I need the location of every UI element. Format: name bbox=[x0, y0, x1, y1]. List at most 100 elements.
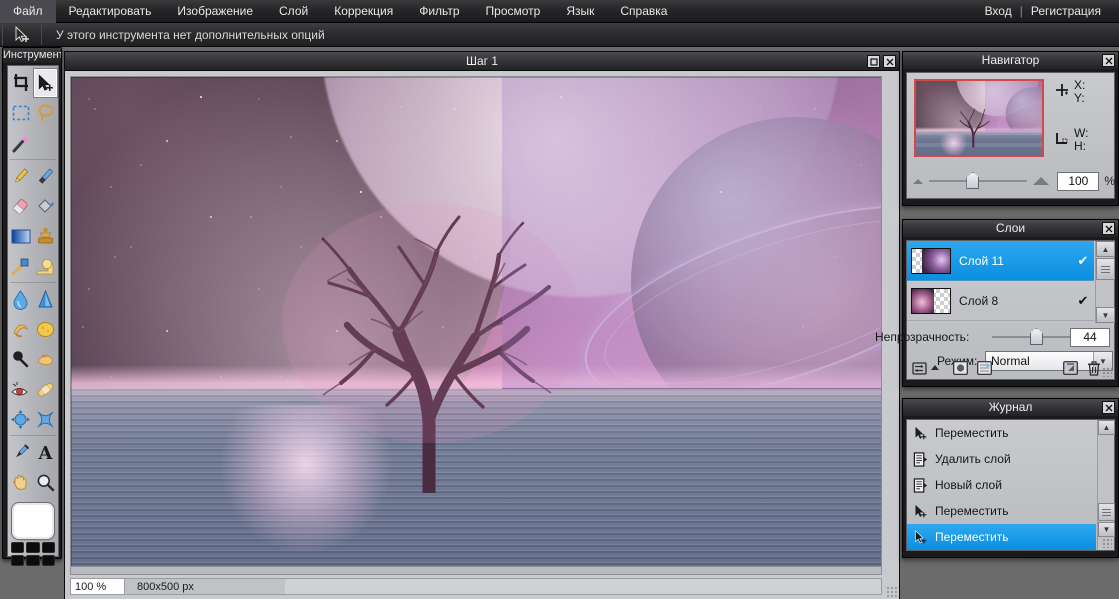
eyedropper-tool[interactable] bbox=[8, 437, 33, 467]
link-layers-dropdown[interactable] bbox=[931, 365, 939, 371]
opacity-input[interactable]: 44 bbox=[1070, 327, 1110, 347]
add-mask-button[interactable] bbox=[975, 360, 993, 376]
smudge-tool[interactable] bbox=[8, 314, 33, 344]
chevron-up-icon[interactable]: ▲ bbox=[1096, 241, 1115, 257]
sharpen-tool[interactable] bbox=[33, 284, 58, 314]
menu-item-correction[interactable]: Коррекция bbox=[321, 0, 406, 23]
link-layers-button[interactable] bbox=[910, 360, 928, 376]
brush-tool[interactable] bbox=[33, 161, 58, 191]
foreground-color-swatch[interactable] bbox=[12, 503, 54, 539]
menu-item-layer[interactable]: Слой bbox=[266, 0, 321, 23]
navigator-thumbnail[interactable] bbox=[914, 79, 1044, 157]
pattern-stamp-tool[interactable] bbox=[8, 251, 33, 281]
magic-wand-tool[interactable] bbox=[8, 128, 33, 158]
hand-tool[interactable] bbox=[8, 467, 33, 497]
navigator-zoom-slider-thumb[interactable] bbox=[966, 172, 980, 189]
menu-item-filter[interactable]: Фильтр bbox=[406, 0, 472, 23]
burn-tool[interactable] bbox=[33, 344, 58, 374]
palette-swatch[interactable] bbox=[26, 555, 40, 566]
zoom-tool[interactable] bbox=[33, 467, 58, 497]
chevron-down-icon[interactable]: ▼ bbox=[1098, 522, 1115, 537]
palette-swatch[interactable] bbox=[11, 555, 25, 566]
history-item[interactable]: Переместить bbox=[907, 498, 1096, 524]
lasso-tool[interactable] bbox=[33, 98, 58, 128]
zoom-in-icon[interactable] bbox=[1033, 177, 1050, 185]
new-layer-button[interactable] bbox=[1061, 360, 1079, 376]
history-scrollbar-thumb[interactable] bbox=[1098, 503, 1115, 521]
sponge-tool[interactable] bbox=[33, 314, 58, 344]
layers-scrollbar[interactable]: ▲ ▼ bbox=[1095, 241, 1115, 323]
tool-empty bbox=[33, 128, 58, 158]
layer-visibility-checkbox[interactable]: ✔ bbox=[1076, 254, 1090, 268]
close-icon[interactable] bbox=[1102, 401, 1115, 414]
menu-item-help[interactable]: Справка bbox=[607, 0, 680, 23]
menu-item-image[interactable]: Изображение bbox=[164, 0, 266, 23]
palette-swatch[interactable] bbox=[41, 542, 55, 553]
maximize-icon[interactable] bbox=[867, 55, 880, 68]
bloat-tool[interactable] bbox=[8, 404, 33, 434]
dodge-tool[interactable] bbox=[8, 344, 33, 374]
close-icon[interactable] bbox=[883, 55, 896, 68]
eraser-tool[interactable] bbox=[8, 191, 33, 221]
move-tool[interactable] bbox=[33, 68, 58, 98]
layers-resize-grip[interactable] bbox=[1102, 367, 1112, 377]
move-tool-icon bbox=[5, 24, 39, 46]
history-item[interactable]: Удалить слой bbox=[907, 446, 1096, 472]
opacity-slider-thumb[interactable] bbox=[1030, 328, 1043, 345]
navigator-title-bar[interactable]: Навигатор bbox=[903, 52, 1118, 69]
chevron-down-icon[interactable]: ▼ bbox=[1096, 307, 1115, 323]
bandaid-tool[interactable] bbox=[33, 374, 58, 404]
navigator-zoom-input[interactable]: 100 bbox=[1057, 171, 1100, 191]
history-scrollbar[interactable]: ▲ ▼ bbox=[1097, 420, 1115, 550]
history-item[interactable]: Новый слой bbox=[907, 472, 1096, 498]
crop-tool[interactable] bbox=[8, 68, 33, 98]
healing-brush-tool[interactable] bbox=[33, 251, 58, 281]
history-item[interactable]: Переместить bbox=[907, 524, 1096, 550]
layers-title: Слои bbox=[995, 221, 1026, 235]
canvas-viewport[interactable] bbox=[70, 76, 882, 574]
close-icon[interactable] bbox=[1102, 222, 1115, 235]
menu-item-view[interactable]: Просмотр bbox=[473, 0, 554, 23]
menu-item-edit[interactable]: Редактировать bbox=[56, 0, 165, 23]
tool-options-hint: У этого инструмента нет дополнительных о… bbox=[56, 27, 325, 42]
palette-swatch[interactable] bbox=[41, 555, 55, 566]
close-icon[interactable] bbox=[1102, 54, 1115, 67]
rectangular-marquee-tool[interactable] bbox=[8, 98, 33, 128]
layer-visibility-checkbox[interactable]: ✔ bbox=[1076, 294, 1090, 308]
status-zoom[interactable]: 100 % bbox=[71, 579, 125, 594]
chevron-up-icon[interactable]: ▲ bbox=[1098, 420, 1115, 435]
palette-swatch[interactable] bbox=[26, 542, 40, 553]
history-item[interactable]: Переместить bbox=[907, 420, 1096, 446]
text-tool[interactable]: A bbox=[33, 437, 58, 467]
layers-title-bar[interactable]: Слои bbox=[903, 220, 1118, 237]
register-link[interactable]: Регистрация bbox=[1023, 4, 1109, 18]
login-link[interactable]: Вход bbox=[977, 4, 1020, 18]
history-title-bar[interactable]: Журнал bbox=[903, 399, 1118, 416]
delete-layer-button[interactable] bbox=[1085, 360, 1103, 376]
menu-item-language[interactable]: Язык bbox=[553, 0, 607, 23]
layers-scrollbar-thumb[interactable] bbox=[1096, 258, 1115, 280]
clone-stamp-tool[interactable] bbox=[33, 221, 58, 251]
paint-bucket-tool[interactable] bbox=[33, 191, 58, 221]
color-palette bbox=[11, 542, 55, 566]
red-eye-tool[interactable] bbox=[8, 374, 33, 404]
layers-panel: Слои Слой 11 ✔ Слой 8 ✔ ▲ ▼ Непрозрачнос… bbox=[875, 219, 1119, 387]
status-image-size: 800x500 px bbox=[125, 579, 285, 594]
history-resize-grip[interactable] bbox=[1102, 538, 1112, 548]
zoom-out-icon[interactable] bbox=[913, 178, 923, 184]
layer-thumbnail bbox=[911, 247, 951, 274]
gradient-tool[interactable] bbox=[8, 221, 33, 251]
layer-row[interactable]: Слой 8 ✔ bbox=[907, 281, 1094, 321]
menu-item-file[interactable]: Файл bbox=[0, 0, 56, 23]
pinch-tool[interactable] bbox=[33, 404, 58, 434]
navigator-zoom-slider[interactable] bbox=[929, 172, 1028, 189]
layer-row[interactable]: Слой 11 ✔ bbox=[907, 241, 1094, 281]
palette-swatch[interactable] bbox=[11, 542, 25, 553]
blur-tool[interactable] bbox=[8, 284, 33, 314]
layer-style-button[interactable] bbox=[951, 360, 969, 376]
canvas-horizontal-scrollbar[interactable] bbox=[70, 566, 882, 575]
pencil-tool[interactable] bbox=[8, 161, 33, 191]
document-title-bar[interactable]: Шаг 1 bbox=[65, 52, 899, 71]
opacity-slider[interactable] bbox=[992, 328, 1082, 345]
document-resize-grip[interactable] bbox=[886, 586, 897, 597]
